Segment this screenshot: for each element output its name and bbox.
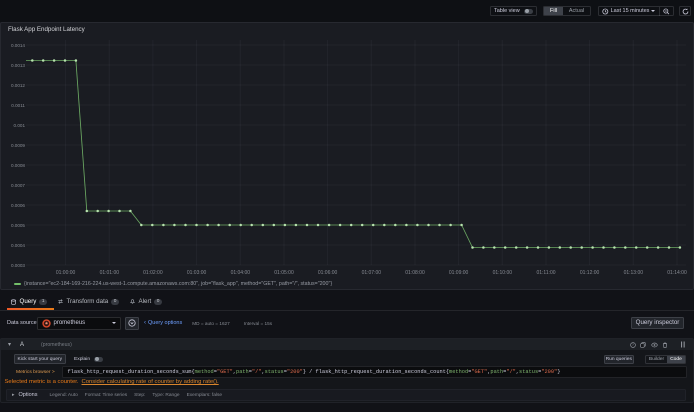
svg-text:0.001: 0.001 [14,123,26,128]
svg-text:01:05:00: 01:05:00 [274,270,294,276]
svg-text:01:00:00: 01:00:00 [56,270,76,276]
svg-text:0.0009: 0.0009 [11,143,25,148]
svg-text:0.0006: 0.0006 [11,203,25,208]
svg-text:01:10:00: 01:10:00 [493,270,513,276]
svg-text:0.0004: 0.0004 [11,243,25,248]
svg-text:01:08:00: 01:08:00 [405,270,425,276]
svg-text:0.0005: 0.0005 [11,223,25,228]
svg-text:0.0012: 0.0012 [11,83,25,88]
svg-text:01:02:00: 01:02:00 [143,270,163,276]
svg-text:01:03:00: 01:03:00 [187,270,207,276]
svg-text:0.0011: 0.0011 [11,103,25,108]
svg-text:01:14:00: 01:14:00 [667,270,687,276]
svg-text:01:04:00: 01:04:00 [231,270,251,276]
svg-text:01:12:00: 01:12:00 [580,270,600,276]
svg-text:0.0013: 0.0013 [11,63,25,68]
svg-text:0.0014: 0.0014 [11,43,25,48]
svg-text:?: ? [632,343,634,347]
svg-text:01:13:00: 01:13:00 [624,270,644,276]
svg-text:01:11:00: 01:11:00 [536,270,555,276]
svg-text:0.0003: 0.0003 [11,263,25,268]
svg-text:01:01:00: 01:01:00 [100,270,120,276]
svg-text:01:09:00: 01:09:00 [449,270,469,276]
svg-text:0.0007: 0.0007 [11,183,25,188]
svg-text:01:06:00: 01:06:00 [318,270,338,276]
svg-text:01:07:00: 01:07:00 [362,270,382,276]
svg-text:0.0008: 0.0008 [11,163,25,168]
